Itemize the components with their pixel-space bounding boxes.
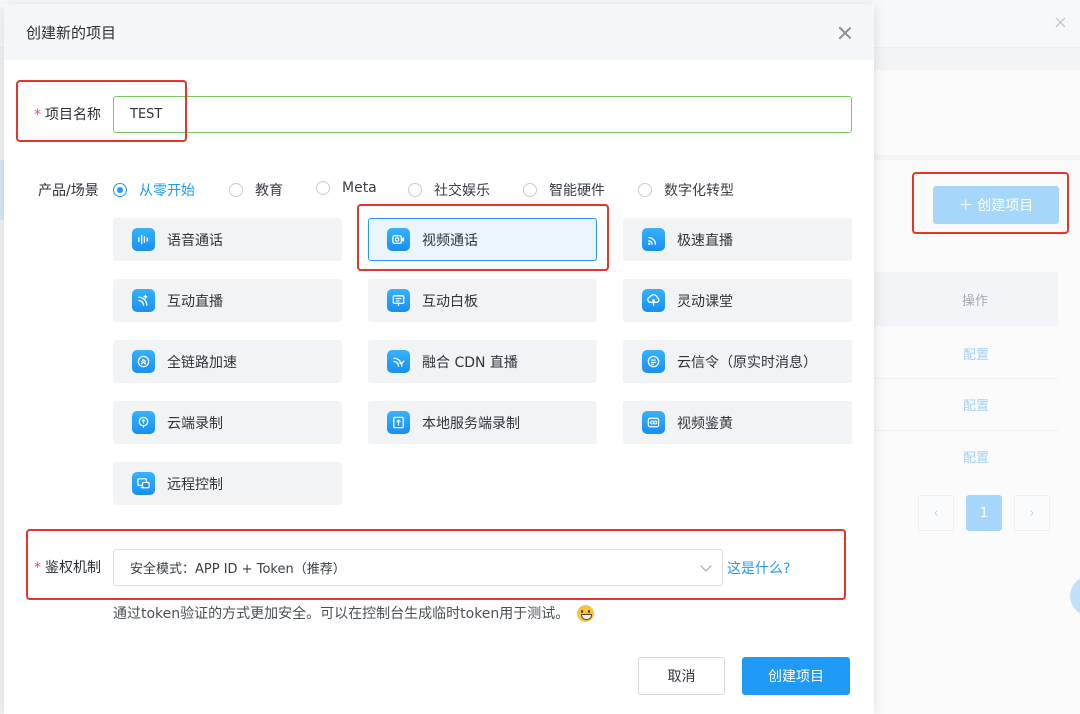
moderation-icon [642,411,665,434]
radio-label: 从零开始 [139,183,195,199]
product-tile-label: 融合 CDN 直播 [422,354,518,371]
radio-from-scratch[interactable]: 从零开始 [113,180,195,200]
create-project-button[interactable]: 创建项目 [742,657,850,695]
background-table-header-action: 操作 [962,294,989,309]
chevron-down-icon [700,560,712,572]
required-mark: * [34,560,41,576]
broadcast-icon [642,228,665,251]
grinning-face-icon [577,604,595,622]
product-tile-label: 本地服务端录制 [422,415,520,432]
cdn-live-icon [387,350,410,373]
radio-smart-hardware[interactable]: 智能硬件 [523,180,605,200]
product-tile-cloud-recording[interactable]: 云端录制 [113,401,342,444]
required-mark: * [34,107,41,123]
product-tile-remote-control[interactable]: 远程控制 [113,462,342,505]
radio-meta[interactable]: Meta [316,180,377,196]
what-is-this-link[interactable]: 这是什么? [727,558,790,578]
local-record-icon [387,411,410,434]
product-tile-label: 互动白板 [422,293,478,310]
radio-social-entertainment[interactable]: 社交娱乐 [408,180,490,200]
product-tile-label: 云端录制 [167,415,223,432]
auth-hint-text: 通过token验证的方式更加安全。可以在控制台生成临时token用于测试。 [113,606,570,622]
radio-digital-transformation[interactable]: 数字化转型 [638,180,734,200]
close-icon[interactable] [836,24,854,42]
product-tile-smart-classroom[interactable]: 灵动课堂 [623,279,852,322]
radio-dot [408,183,422,197]
background-config-link[interactable]: 配置 [963,344,989,363]
project-name-label-text: 项目名称 [45,107,101,123]
auth-mechanism-label: * 鉴权机制 [34,557,101,577]
background-pagination-next[interactable]: › [1014,495,1050,531]
auth-hint: 通过token验证的方式更加安全。可以在控制台生成临时token用于测试。 [113,603,595,623]
background-create-project-button[interactable]: ＋ 创建项目 [933,186,1059,224]
radio-dot [316,181,330,195]
dialog-title: 创建新的项目 [26,24,117,42]
product-tile-video-moderation[interactable]: 视频鉴黄 [623,401,852,444]
background-config-link[interactable]: 配置 [963,395,989,414]
product-tile-label: 视频鉴黄 [677,415,733,432]
radio-label: 智能硬件 [549,183,605,199]
cloud-record-icon [132,411,155,434]
accelerate-icon [132,350,155,373]
product-tile-full-link-acceleration[interactable]: 全链路加速 [113,340,342,383]
product-tile-voice-call[interactable]: 语音通话 [113,218,342,261]
product-tile-label: 全链路加速 [167,354,237,371]
video-camera-icon [387,228,410,251]
row-divider [870,378,1058,379]
product-tile-label: 极速直播 [677,232,733,249]
auth-mechanism-selected-value: 安全模式：APP ID + Token（推荐） [130,562,346,577]
project-name-input[interactable] [113,96,852,133]
create-project-dialog: 创建新的项目 *项目名称 产品/场景 从零开始 教育 Meta 社交娱乐 智能硬… [4,4,874,714]
background-config-link[interactable]: 配置 [963,447,989,466]
product-tile-label: 语音通话 [167,232,223,249]
radio-dot [638,183,652,197]
radio-label: 社交娱乐 [434,183,490,199]
whiteboard-icon [387,289,410,312]
dialog-header: 创建新的项目 [4,4,874,60]
radio-label: 数字化转型 [664,183,734,199]
product-tile-label: 云信令（原实时消息） [677,354,817,371]
background-panel [870,70,1080,155]
classroom-icon [642,289,665,312]
radio-dot [229,183,243,197]
radio-dot [523,183,537,197]
background-close-icon[interactable]: × [1053,12,1068,33]
remote-control-icon [132,472,155,495]
product-tile-label: 视频通话 [422,232,478,249]
product-tile-fast-live[interactable]: 极速直播 [623,218,852,261]
product-scene-label: 产品/场景 [38,183,99,199]
row-divider [870,430,1058,431]
project-name-label: * 项目名称 [34,104,101,124]
product-tile-cloud-signaling[interactable]: 云信令（原实时消息） [623,340,852,383]
product-tile-label: 互动直播 [167,293,223,310]
product-tile-local-server-recording[interactable]: 本地服务端录制 [368,401,597,444]
waveform-icon [132,228,155,251]
product-tile-cdn-live[interactable]: 融合 CDN 直播 [368,340,597,383]
radio-education[interactable]: 教育 [229,180,283,200]
message-icon [642,350,665,373]
product-tile-interactive-live[interactable]: 互动直播 [113,279,342,322]
product-tile-label: 灵动课堂 [677,293,733,310]
product-tile-whiteboard[interactable]: 互动白板 [368,279,597,322]
cancel-button[interactable]: 取消 [638,657,725,695]
product-tile-label: 远程控制 [167,476,223,493]
product-tile-video-call[interactable]: 视频通话 [368,218,597,261]
background-pagination-current[interactable]: 1 [966,495,1002,531]
background-content [870,160,1080,714]
auth-mechanism-label-text: 鉴权机制 [45,560,101,576]
live-plus-icon [132,289,155,312]
auth-mechanism-select[interactable]: 安全模式：APP ID + Token（推荐） [113,549,723,586]
radio-label: 教育 [255,183,283,199]
background-pagination-prev[interactable]: ‹ [918,495,954,531]
radio-dot [113,183,127,197]
radio-label: Meta [342,180,377,196]
